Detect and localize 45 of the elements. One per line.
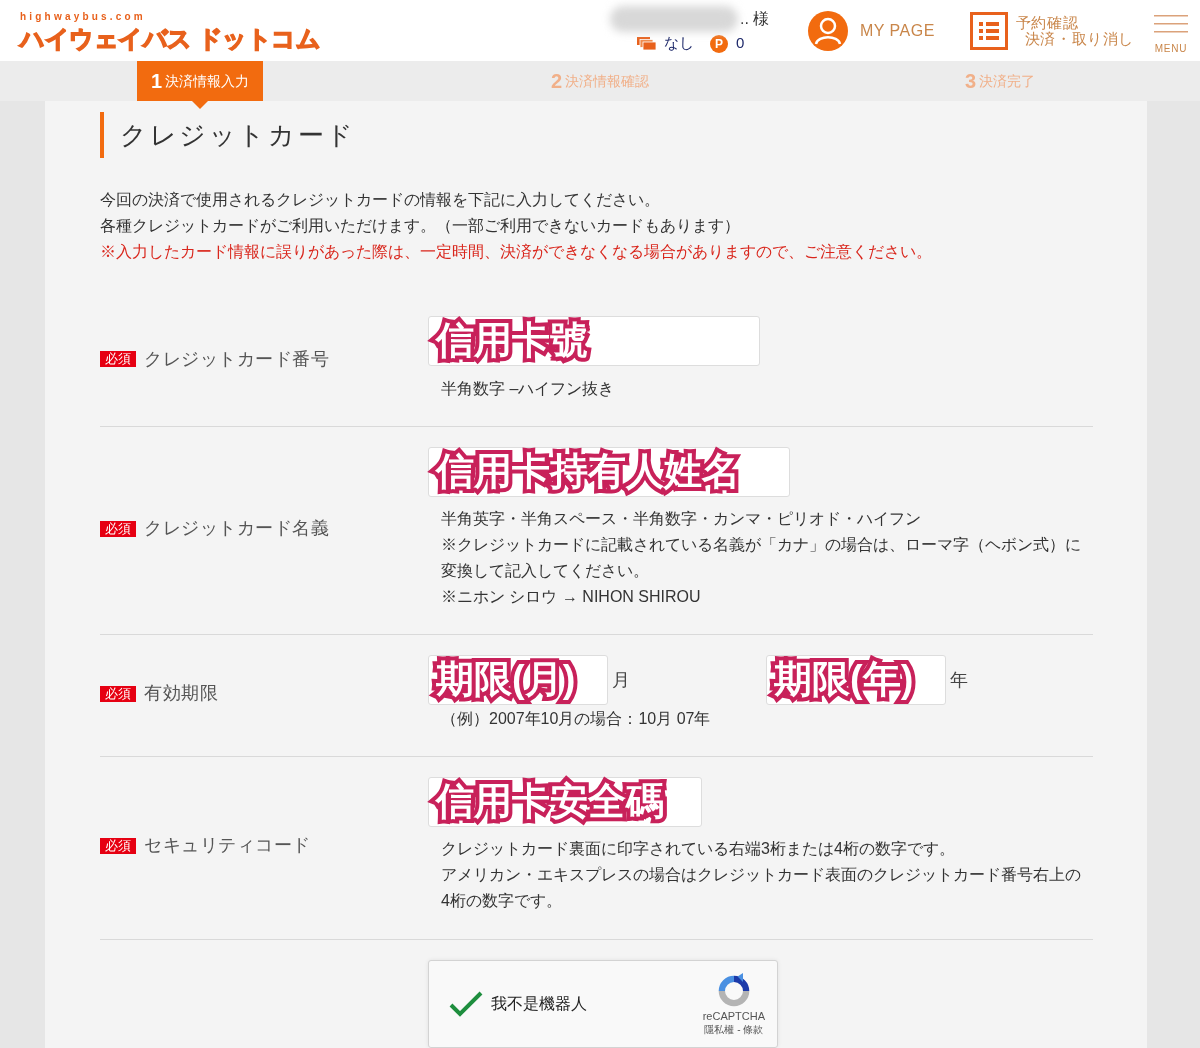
coupon-count: なし xyxy=(664,33,694,54)
points-badge: P xyxy=(710,34,728,53)
unit-label: 月 xyxy=(612,668,630,692)
page-title: クレジットカード xyxy=(100,112,1093,158)
menu-button[interactable]: MENU xyxy=(1152,5,1190,56)
hint-text: （例）2007年10月の場合：10月 07年 xyxy=(441,709,712,729)
field-label: 有効期限 xyxy=(144,682,219,705)
hint-text: クレジットカード裏面に印字されている右端3桁または4桁の数字です。 xyxy=(441,839,956,859)
intro-text: 今回の決済で使用されるクレジットカードの情報を下記に入力してください。 xyxy=(100,190,661,210)
field-label: クレジットカード名義 xyxy=(144,517,330,540)
stacked-cards-icon xyxy=(637,37,656,50)
step-tab[interactable]: 1 決済情報入力 xyxy=(136,61,264,101)
logo-tagline: highwaybus.com xyxy=(20,9,147,24)
captcha-label: 我不是機器人 xyxy=(491,994,587,1014)
input-field[interactable]: 信用卡安全碼 xyxy=(428,777,702,827)
input-field[interactable]: 期限(月) xyxy=(428,655,608,705)
points-count: 0 xyxy=(736,33,745,54)
input-field[interactable]: 信用卡號 xyxy=(428,316,760,366)
reservation-link[interactable]: 予約確認 決済・取り消し xyxy=(969,11,1134,50)
required-badge: 必須 xyxy=(100,520,136,537)
required-badge: 必須 xyxy=(100,685,136,702)
hint-text: ※ニホン シロウ → NIHON SHIROU xyxy=(441,587,702,607)
unit-label: 年 xyxy=(950,668,968,692)
field-label: クレジットカード番号 xyxy=(144,347,330,371)
list-icon xyxy=(969,11,1008,50)
captcha-links[interactable]: 隱私權 - 條款 xyxy=(704,1022,764,1036)
user-avatar-icon xyxy=(808,10,848,51)
required-badge: 必須 xyxy=(100,351,136,367)
hint-text: 半角英字・半角スペース・半角数字・カンマ・ピリオド・ハイフン xyxy=(441,509,922,529)
menu-icon xyxy=(1154,15,1188,33)
checkmark-icon[interactable] xyxy=(449,991,483,1017)
input-field[interactable]: 期限(年) xyxy=(766,655,946,705)
warning-text: ※入力したカード情報に誤りがあった際は、一定時間、決済ができなくなる場合がありますので、ご注意ください。 xyxy=(100,242,933,262)
input-field[interactable]: 信用卡持有人姓名 xyxy=(428,447,790,497)
field-label: セキュリティコード xyxy=(144,834,311,857)
captcha-brand: reCAPTCHA xyxy=(702,1008,765,1023)
step-pointer-icon xyxy=(192,101,208,109)
hint-text: 半角数字 –ハイフン抜き xyxy=(441,379,616,399)
intro-text: 各種クレジットカードがご利用いただけます。（一部ご利用できないカードもあります） xyxy=(100,216,741,236)
hint-text: ※クレジットカードに記載されている名義が「カナ」の場合は、ローマ字（ヘボン式）に変換して記入してください。 xyxy=(441,535,1082,581)
my-page-link[interactable]: MY PAGE xyxy=(808,10,935,51)
site-logo[interactable]: ハイウェイバス ドットコム xyxy=(20,23,321,54)
required-badge: 必須 xyxy=(100,837,136,854)
hint-text: アメリカン・エキスプレスの場合はクレジットカード表面のクレジットカード番号右上の4桁の数字です。 xyxy=(441,865,1082,911)
user-name-suffix: .. 様 xyxy=(740,9,770,30)
